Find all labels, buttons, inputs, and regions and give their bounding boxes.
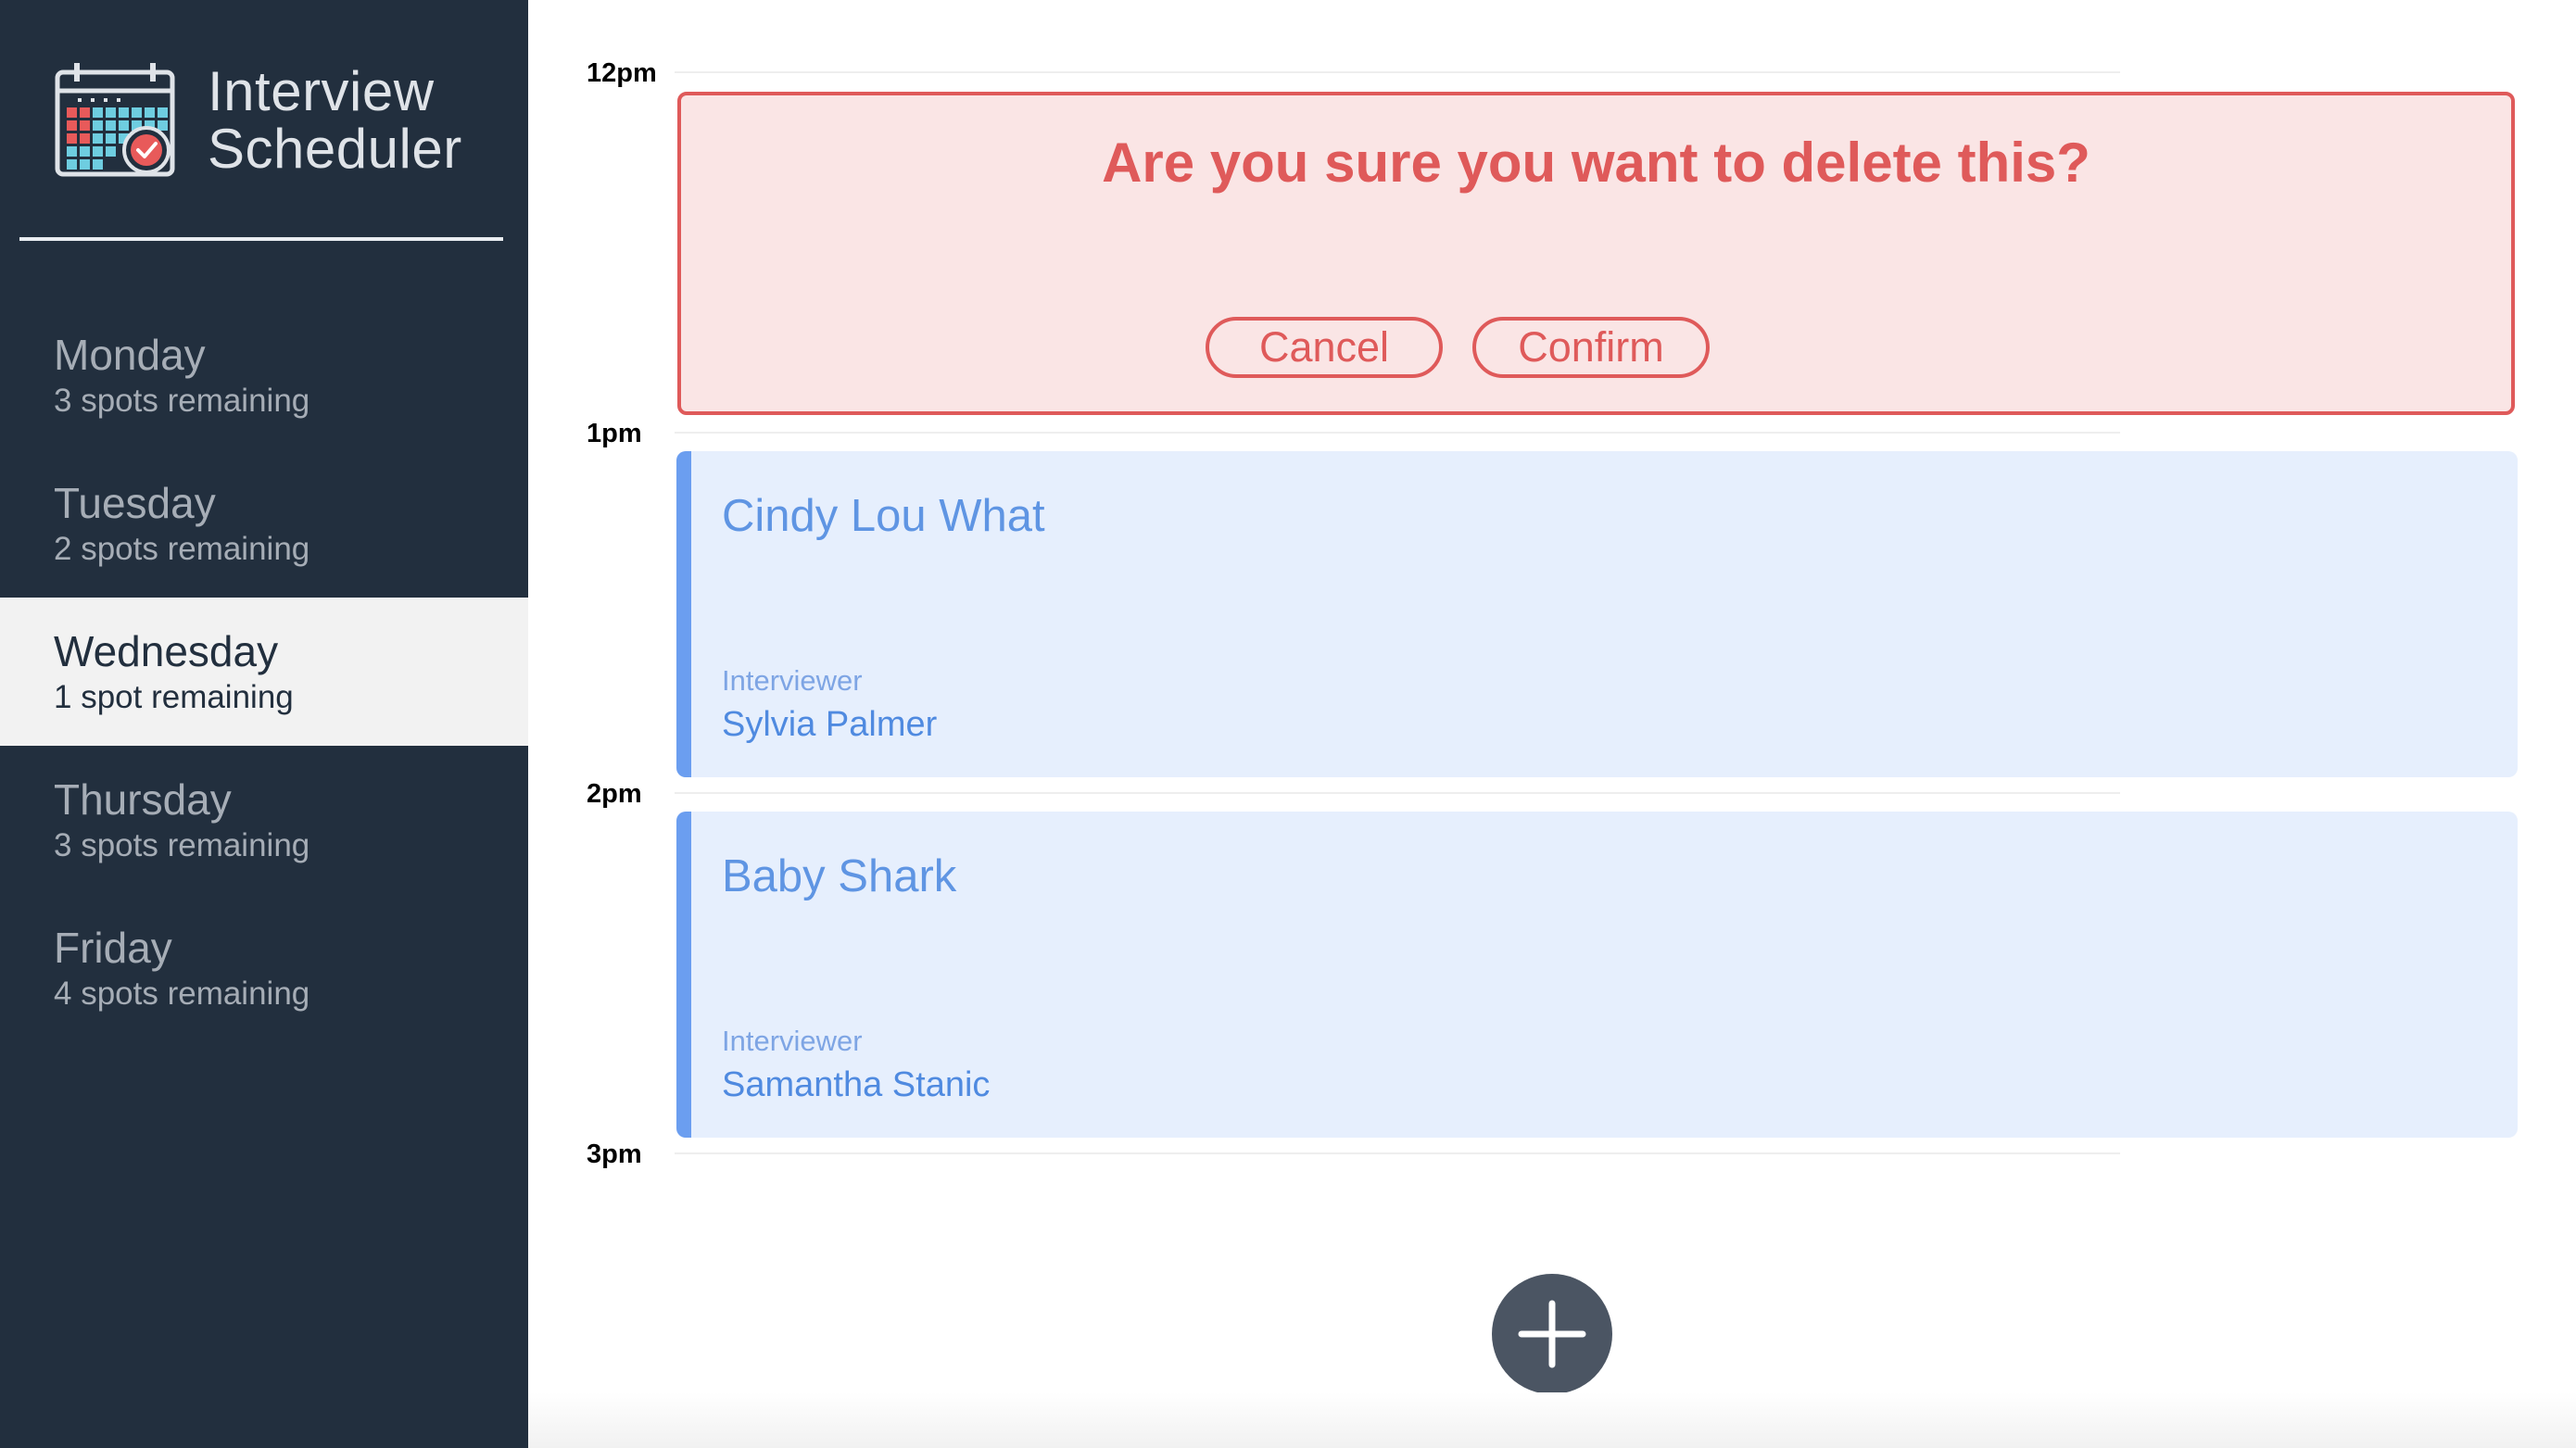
day-name: Wednesday: [54, 627, 279, 675]
interviewer-label: Interviewer: [722, 664, 863, 697]
day-name: Tuesday: [54, 479, 216, 527]
app-title-line2: Scheduler: [208, 118, 462, 180]
interviewer-name: Sylvia Palmer: [722, 705, 938, 744]
day-item-thursday[interactable]: Thursday 3 spots remaining: [0, 746, 528, 894]
app-title-line1: Interview: [208, 60, 435, 122]
interviewer-label: Interviewer: [722, 1025, 863, 1057]
cancel-button[interactable]: Cancel: [1206, 317, 1443, 378]
hour-label-12pm: 12pm: [587, 58, 657, 88]
student-name: Cindy Lou What: [722, 491, 1045, 541]
day-name: Thursday: [54, 775, 232, 824]
bottom-fade: [528, 1392, 2576, 1448]
add-appointment-button[interactable]: [1492, 1274, 1612, 1394]
delete-confirmation: Are you sure you want to delete this? Ca…: [677, 92, 2515, 415]
confirm-button[interactable]: Confirm: [1472, 317, 1710, 378]
hour-label-3pm: 3pm: [587, 1140, 642, 1169]
app-title: Interview Scheduler: [208, 63, 462, 178]
day-name: Monday: [54, 331, 206, 379]
day-spots-remaining: 2 spots remaining: [54, 531, 310, 567]
day-list: Monday 3 spots remaining Tuesday 2 spots…: [0, 301, 528, 1042]
calendar-check-icon: [55, 63, 175, 177]
sidebar-divider: [19, 237, 503, 241]
day-item-monday[interactable]: Monday 3 spots remaining: [0, 301, 528, 449]
confirm-message: Are you sure you want to delete this?: [1102, 132, 2090, 194]
hour-divider: [675, 71, 2120, 73]
day-spots-remaining: 1 spot remaining: [54, 679, 294, 715]
day-item-wednesday[interactable]: Wednesday 1 spot remaining: [0, 598, 528, 746]
interviewer-name: Samantha Stanic: [722, 1065, 991, 1104]
day-item-tuesday[interactable]: Tuesday 2 spots remaining: [0, 449, 528, 598]
hour-label-2pm: 2pm: [587, 779, 642, 809]
plus-icon: [1518, 1300, 1586, 1368]
hour-divider: [675, 432, 2120, 434]
hour-divider: [675, 792, 2120, 794]
schedule: 12pm Are you sure you want to delete thi…: [528, 0, 2576, 1448]
day-spots-remaining: 3 spots remaining: [54, 383, 310, 419]
appointment-accent: [676, 812, 691, 1138]
appointment-card[interactable]: Baby Shark Interviewer Samantha Stanic: [676, 812, 2518, 1138]
day-spots-remaining: 3 spots remaining: [54, 827, 310, 863]
sidebar: Interview Scheduler Monday 3 spots remai…: [0, 0, 528, 1448]
day-spots-remaining: 4 spots remaining: [54, 976, 310, 1012]
hour-divider: [675, 1152, 2120, 1154]
appointment-accent: [676, 451, 691, 777]
day-item-friday[interactable]: Friday 4 spots remaining: [0, 894, 528, 1042]
appointment-card[interactable]: Cindy Lou What Interviewer Sylvia Palmer: [676, 451, 2518, 777]
hour-label-1pm: 1pm: [587, 419, 642, 448]
day-name: Friday: [54, 924, 172, 972]
student-name: Baby Shark: [722, 851, 957, 901]
